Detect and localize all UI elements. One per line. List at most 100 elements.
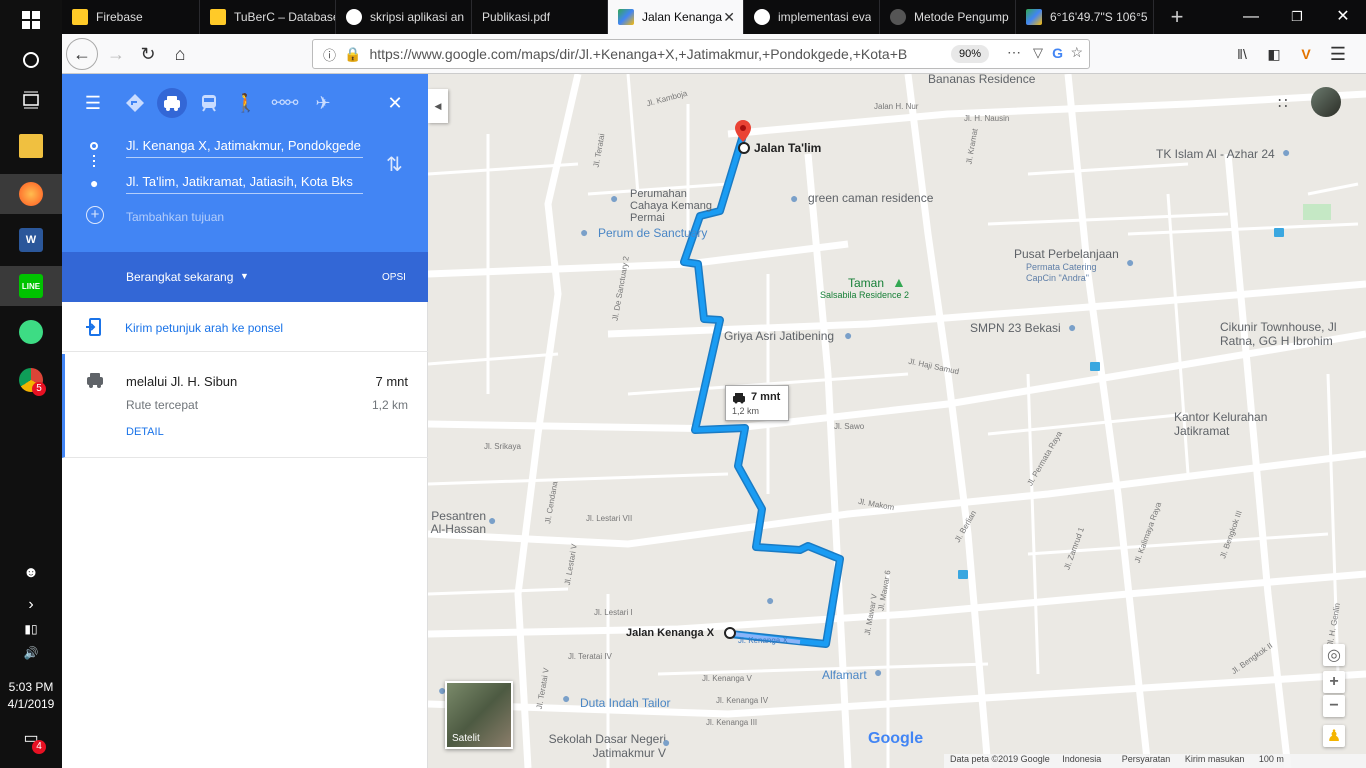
origin-input[interactable]: Jl. Kenanga X, Jatimakmur, Pondokgede bbox=[126, 138, 363, 158]
tab-firebase[interactable]: Firebase bbox=[62, 0, 200, 34]
task-view-icon[interactable] bbox=[0, 80, 62, 120]
bus-stop-icon[interactable] bbox=[1274, 228, 1284, 237]
place-label[interactable]: green caman residence bbox=[808, 191, 933, 205]
add-destination-icon[interactable]: + bbox=[86, 206, 104, 224]
place-label[interactable]: TK Islam Al - Azhar 24 bbox=[1156, 147, 1275, 161]
clock-date[interactable]: 4/1/2019 bbox=[0, 697, 62, 711]
poi-icon[interactable]: ● bbox=[1126, 254, 1134, 270]
shop-icon[interactable]: ● bbox=[766, 592, 774, 608]
poi-icon[interactable]: ● bbox=[790, 190, 798, 206]
best-mode-icon[interactable] bbox=[120, 88, 150, 118]
school-icon[interactable]: ● bbox=[1068, 319, 1076, 335]
place-label[interactable]: Kantor Kelurahan Jatikramat bbox=[1174, 410, 1304, 438]
scale-label[interactable]: 100 m bbox=[1259, 754, 1284, 764]
swap-icon[interactable]: ⇅ bbox=[386, 152, 403, 177]
transit-mode-icon[interactable] bbox=[194, 88, 224, 118]
route-option[interactable]: melalui Jl. H. Sibun 7 mnt Rute tercepat… bbox=[62, 354, 428, 458]
poi-icon[interactable]: ● bbox=[844, 327, 852, 343]
dropdown-arrow-icon[interactable]: ▼ bbox=[240, 271, 249, 281]
restore-button[interactable]: ❐ bbox=[1274, 0, 1320, 34]
pegman-icon[interactable]: ♟ bbox=[1323, 725, 1345, 747]
cortana-icon[interactable] bbox=[0, 40, 62, 80]
tab-implementasi[interactable]: implementasi eva bbox=[744, 0, 880, 34]
close-directions-icon[interactable]: ✕ bbox=[380, 88, 410, 118]
pocket-icon[interactable]: ▽ bbox=[1033, 45, 1043, 61]
place-label[interactable]: Griya Asri Jatibening bbox=[724, 329, 834, 343]
poi-icon[interactable]: ● bbox=[562, 690, 570, 706]
address-bar[interactable]: ⓘ 🔒 https://www.google.com/maps/dir/Jl.+… bbox=[312, 39, 1090, 69]
avatar[interactable] bbox=[1311, 87, 1341, 117]
close-window-button[interactable]: ✕ bbox=[1320, 0, 1366, 34]
collapse-panel-button[interactable]: ◀ bbox=[428, 89, 448, 123]
place-label[interactable]: SMPN 23 Bekasi bbox=[970, 321, 1061, 335]
close-tab-icon[interactable]: ✕ bbox=[723, 9, 735, 26]
info-icon[interactable]: ⓘ bbox=[323, 45, 336, 64]
tab-tuberc[interactable]: TuBerC – Database bbox=[200, 0, 336, 34]
chevron-up-icon[interactable]: › bbox=[0, 596, 62, 614]
place-label[interactable]: Perumahan Cahaya Kemang Permai bbox=[630, 188, 720, 224]
bookmark-star-icon[interactable]: ☆ bbox=[1070, 44, 1083, 61]
place-label[interactable]: Pusat Perbelanjaan bbox=[1014, 247, 1119, 261]
extension-icon[interactable]: V bbox=[1290, 38, 1322, 70]
menu-icon[interactable]: ☰ bbox=[1322, 38, 1354, 70]
clock-time[interactable]: 5:03 PM bbox=[0, 680, 62, 694]
place-label[interactable]: Permata Catering CapCin "Andra" bbox=[1026, 262, 1126, 284]
place-label[interactable]: Alfamart bbox=[822, 668, 867, 682]
bus-stop-icon[interactable] bbox=[1090, 362, 1100, 371]
windows-start-icon[interactable] bbox=[0, 0, 62, 40]
send-to-phone-link[interactable]: Kirim petunjuk arah ke ponsel bbox=[125, 321, 283, 335]
people-icon[interactable]: ☻ bbox=[0, 564, 62, 581]
apps-grid-icon[interactable]: ∷ bbox=[1278, 94, 1288, 112]
depart-time-button[interactable]: Berangkat sekarang bbox=[126, 270, 233, 284]
library-icon[interactable]: ‖\ bbox=[1226, 38, 1258, 70]
park-icon[interactable]: ▲ bbox=[892, 274, 906, 290]
poi-icon[interactable]: ● bbox=[1282, 144, 1290, 160]
driving-mode-icon[interactable] bbox=[157, 88, 187, 118]
zoom-indicator[interactable]: 90% bbox=[950, 45, 989, 63]
page-actions-icon[interactable]: ⋯ bbox=[1007, 44, 1021, 61]
my-location-icon[interactable]: ◎ bbox=[1323, 644, 1345, 666]
sidebar-icon[interactable]: ◧ bbox=[1258, 38, 1290, 70]
route-callout[interactable]: 7 mnt 1,2 km bbox=[725, 385, 789, 421]
school-icon[interactable]: ● bbox=[662, 734, 670, 750]
zoom-in-button[interactable]: + bbox=[1323, 671, 1345, 693]
new-tab-button[interactable]: + bbox=[1154, 0, 1200, 34]
tab-metode[interactable]: Metode Pengump bbox=[880, 0, 1016, 34]
word-icon[interactable]: W bbox=[0, 220, 62, 260]
region-link[interactable]: Indonesia bbox=[1062, 754, 1101, 764]
destination-input[interactable]: Jl. Ta'lim, Jatikramat, Jatiasih, Kota B… bbox=[126, 174, 363, 194]
place-label[interactable]: Pesantren Al-Hassan bbox=[428, 510, 486, 536]
place-label[interactable]: Sekolah Dasar Negeri Jatimakmur V bbox=[536, 732, 666, 760]
tab-publikasi[interactable]: Publikasi.pdf bbox=[472, 0, 608, 34]
android-studio-icon[interactable] bbox=[0, 312, 62, 352]
details-link[interactable]: DETAIL bbox=[126, 426, 164, 438]
zoom-out-button[interactable]: − bbox=[1323, 695, 1345, 717]
terms-link[interactable]: Persyaratan bbox=[1122, 754, 1171, 764]
tab-jalan-kenanga[interactable]: Jalan Kenanga ✕ bbox=[608, 0, 744, 34]
home-button[interactable]: ⌂ bbox=[164, 38, 196, 70]
shop-icon[interactable]: ● bbox=[874, 664, 882, 680]
battery-icon[interactable]: ▮▯ bbox=[0, 622, 62, 636]
feedback-link[interactable]: Kirim masukan bbox=[1185, 754, 1245, 764]
file-explorer-icon[interactable] bbox=[0, 126, 62, 166]
minimize-button[interactable]: — bbox=[1228, 0, 1274, 34]
poi-icon[interactable]: ● bbox=[580, 224, 588, 240]
tab-coordinate[interactable]: 6°16'49.7"S 106°5 bbox=[1016, 0, 1154, 34]
poi-icon[interactable]: ● bbox=[610, 190, 618, 206]
map-canvas[interactable]: Jalan Ta'lim Jalan Kenanga X 7 mnt 1,2 k… bbox=[428, 74, 1366, 768]
walking-mode-icon[interactable]: 🚶 bbox=[231, 88, 261, 118]
forward-button[interactable]: → bbox=[100, 38, 132, 70]
satellite-toggle[interactable]: Satelit bbox=[445, 681, 513, 749]
school-icon[interactable]: ● bbox=[488, 512, 496, 528]
volume-icon[interactable]: 🔊 bbox=[0, 646, 62, 660]
send-to-phone-row[interactable]: Kirim petunjuk arah ke ponsel bbox=[62, 302, 428, 352]
chrome-icon[interactable]: 5 bbox=[0, 360, 62, 400]
google-extension-icon[interactable]: G bbox=[1052, 45, 1063, 61]
add-destination-label[interactable]: Tambahkan tujuan bbox=[126, 210, 224, 224]
menu-icon[interactable]: ☰ bbox=[78, 88, 108, 118]
place-label[interactable]: Cikunir Townhouse, Jl Ratna, GG H Ibrohi… bbox=[1220, 320, 1360, 348]
firefox-icon[interactable] bbox=[0, 174, 62, 214]
notification-icon[interactable]: ▭ bbox=[0, 728, 62, 748]
options-button[interactable]: OPSI bbox=[382, 272, 406, 283]
url-text[interactable]: https://www.google.com/maps/dir/Jl.+Kena… bbox=[369, 46, 929, 62]
